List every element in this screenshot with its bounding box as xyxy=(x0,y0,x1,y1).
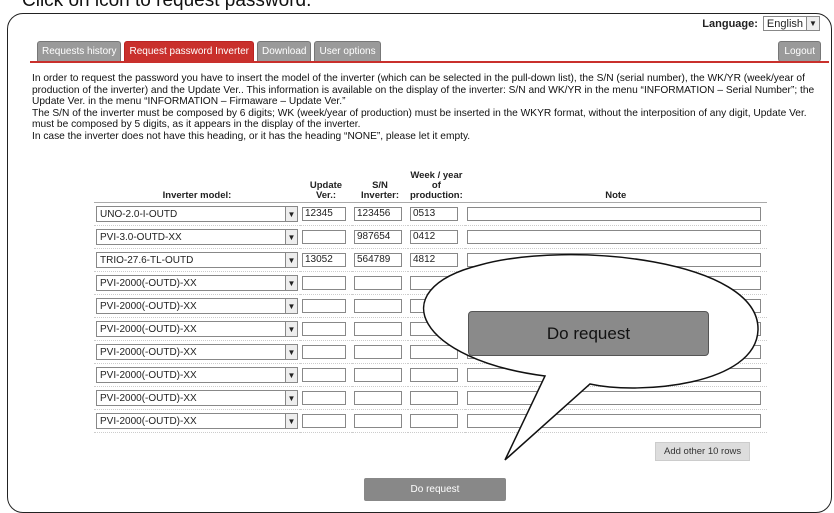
callout-do-request-button[interactable]: Do request xyxy=(468,311,709,356)
add-rows-button[interactable]: Add other 10 rows xyxy=(655,442,751,461)
callout-shape xyxy=(422,253,759,461)
do-request-button[interactable]: Do request xyxy=(364,478,506,501)
callout-bubble xyxy=(422,253,759,461)
